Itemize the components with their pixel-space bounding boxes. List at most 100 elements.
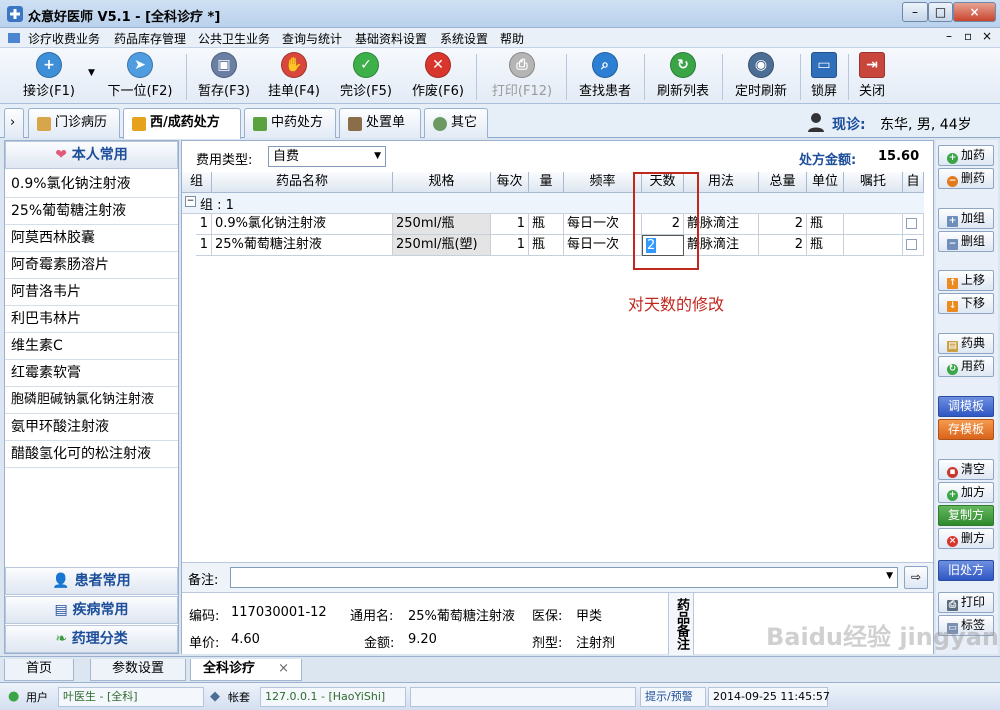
- add-drug-button[interactable]: + 加药: [938, 145, 994, 166]
- column-header[interactable]: 嘱托: [844, 172, 903, 193]
- tab-outpatient-record[interactable]: 门诊病历: [28, 108, 120, 138]
- add-group-button[interactable]: + 加组: [938, 208, 994, 229]
- tab-chinese-prescription[interactable]: 中药处方: [244, 108, 336, 138]
- close-tab-icon[interactable]: ×: [278, 659, 289, 679]
- drug-list-item[interactable]: 阿昔洛韦片: [5, 279, 178, 306]
- save-template-button[interactable]: 存模板: [938, 419, 994, 440]
- tab-treatment-order[interactable]: 处置单: [339, 108, 421, 138]
- collapse-left-button[interactable]: ›: [4, 108, 24, 138]
- next-patient-icon: ➤: [127, 52, 153, 78]
- refresh-list-button[interactable]: ↻ 刷新列表: [650, 52, 716, 102]
- menu-item-settings[interactable]: 系统设置: [440, 30, 488, 47]
- column-header[interactable]: 单位: [807, 172, 844, 193]
- column-header[interactable]: 每次: [491, 172, 529, 193]
- action-button-panel: + 加药 − 删药 + 加组 − 删组 ↑ 上移 ↓ 下移 ▤ 药典 ↻ 用药 调模板 存模板 …: [936, 140, 998, 654]
- column-header[interactable]: 自: [903, 172, 924, 193]
- mdi-minimize-button[interactable]: –: [946, 29, 952, 43]
- column-header[interactable]: 量: [529, 172, 564, 193]
- drug-list-item[interactable]: 红霉素软膏: [5, 360, 178, 387]
- app-menu-icon[interactable]: [6, 31, 22, 45]
- note-template-button[interactable]: ⇨: [904, 566, 928, 589]
- mdi-restore-button[interactable]: ▫: [964, 29, 972, 43]
- drug-remark-tab[interactable]: 药品备注: [668, 593, 694, 655]
- personal-common-header[interactable]: ❤ 本人常用: [5, 141, 178, 169]
- drug-unit-price: 4.60: [231, 632, 260, 647]
- close-module-button[interactable]: ⇥ 关闭: [852, 52, 892, 102]
- menu-item-public-health[interactable]: 公共卫生业务: [198, 30, 270, 47]
- tab-western-prescription[interactable]: 西/成药处方: [123, 108, 241, 139]
- move-up-button[interactable]: ↑ 上移: [938, 270, 994, 291]
- drug-list-item[interactable]: 0.9%氯化钠注射液: [5, 171, 178, 198]
- column-header[interactable]: 频率: [564, 172, 642, 193]
- delete-drug-button[interactable]: − 删药: [938, 168, 994, 189]
- disease-icon: ▤: [54, 602, 68, 618]
- lock-screen-button[interactable]: ▭ 锁屏: [804, 52, 844, 102]
- drug-list-item[interactable]: 胞磷胆碱钠氯化钠注射液: [5, 387, 178, 414]
- add-prescription-button[interactable]: + 加方: [938, 482, 994, 503]
- reception-dropdown-arrow-icon[interactable]: ▼: [88, 68, 95, 78]
- drug-list-item[interactable]: 阿奇霉素肠溶片: [5, 252, 178, 279]
- print-button[interactable]: ⎙ 打印(F12): [484, 52, 560, 102]
- drug-amount: 9.20: [408, 632, 437, 647]
- find-patient-button[interactable]: ⌕ 查找患者: [572, 52, 638, 102]
- group-row[interactable]: − 组 : 1: [182, 193, 924, 214]
- maximize-button[interactable]: □: [928, 2, 953, 22]
- menu-item-pharmacy[interactable]: 药品库存管理: [114, 30, 186, 47]
- void-button[interactable]: ✕ 作废(F6): [406, 52, 470, 102]
- reception-icon: +: [36, 52, 62, 78]
- pharmacopoeia-button[interactable]: ▤ 药典: [938, 333, 994, 354]
- load-template-button[interactable]: 调模板: [938, 396, 994, 417]
- old-prescription-button[interactable]: 旧处方: [938, 560, 994, 581]
- copy-prescription-button[interactable]: 复制方: [938, 505, 994, 526]
- toolbar-separator: [476, 54, 477, 100]
- mdi-close-button[interactable]: ×: [982, 29, 992, 43]
- toolbar-separator: [800, 54, 801, 100]
- pharmacology-header[interactable]: ❧ 药理分类: [5, 625, 178, 653]
- column-header[interactable]: 组: [182, 172, 212, 193]
- print-prescription-button[interactable]: ⎙ 打印: [938, 592, 994, 613]
- menu-item-query[interactable]: 查询与统计: [282, 30, 342, 47]
- tab-general-clinic[interactable]: 全科诊疗 ×: [190, 659, 302, 681]
- drug-list-item[interactable]: 25%葡萄糖注射液: [5, 198, 178, 225]
- move-down-button[interactable]: ↓ 下移: [938, 293, 994, 314]
- delete-prescription-button[interactable]: × 删方: [938, 528, 994, 549]
- note-input[interactable]: ▼: [230, 567, 898, 588]
- close-window-button[interactable]: ×: [953, 2, 996, 22]
- drug-list-item[interactable]: 醋酸氢化可的松注射液: [5, 441, 178, 468]
- disease-common-header[interactable]: ▤ 疾病常用: [5, 596, 178, 624]
- self-pay-checkbox[interactable]: [906, 239, 917, 250]
- column-header[interactable]: 总量: [759, 172, 807, 193]
- collapse-group-icon[interactable]: −: [185, 196, 196, 207]
- tab-other[interactable]: 其它: [424, 108, 488, 138]
- drug-list-item[interactable]: 氨甲环酸注射液: [5, 414, 178, 441]
- column-header[interactable]: 规格: [393, 172, 491, 193]
- fee-type-select[interactable]: 自费 ▼: [268, 146, 386, 167]
- label-button[interactable]: ▭ 标签: [938, 615, 994, 636]
- refresh-list-icon: ↻: [670, 52, 696, 78]
- patient-common-header[interactable]: 👤 患者常用: [5, 567, 178, 595]
- alert-button[interactable]: 提示/预警: [640, 687, 706, 707]
- complete-button[interactable]: ✓ 完诊(F5): [334, 52, 398, 102]
- medication-button[interactable]: ↻ 用药: [938, 356, 994, 377]
- chevron-down-icon: ▼: [374, 151, 381, 161]
- self-pay-checkbox[interactable]: [906, 218, 917, 229]
- timed-refresh-button[interactable]: ◉ 定时刷新: [728, 52, 794, 102]
- next-patient-button[interactable]: ➤ 下一位(F2): [100, 52, 180, 102]
- hang-order-button[interactable]: ✋ 挂单(F4): [262, 52, 326, 102]
- save-temp-button[interactable]: ▣ 暂存(F3): [192, 52, 256, 102]
- menu-item-clinic[interactable]: 诊疗收费业务: [28, 30, 100, 47]
- reception-button[interactable]: + 接诊(F1): [14, 52, 84, 102]
- minimize-button[interactable]: –: [902, 2, 928, 22]
- menu-item-basic-data[interactable]: 基础资料设置: [355, 30, 427, 47]
- menu-item-help[interactable]: 帮助: [500, 30, 524, 47]
- column-header[interactable]: 药品名称: [212, 172, 393, 193]
- drug-list-item[interactable]: 维生素C: [5, 333, 178, 360]
- drug-list-item[interactable]: 阿莫西林胶囊: [5, 225, 178, 252]
- status-message: [410, 687, 636, 707]
- clear-button[interactable]: ▪ 清空: [938, 459, 994, 480]
- delete-group-button[interactable]: − 删组: [938, 231, 994, 252]
- drug-list-item[interactable]: 利巴韦林片: [5, 306, 178, 333]
- tab-home[interactable]: 首页: [4, 659, 74, 681]
- tab-parameter-settings[interactable]: 参数设置: [90, 659, 186, 681]
- chevron-down-icon: ▼: [886, 571, 893, 581]
